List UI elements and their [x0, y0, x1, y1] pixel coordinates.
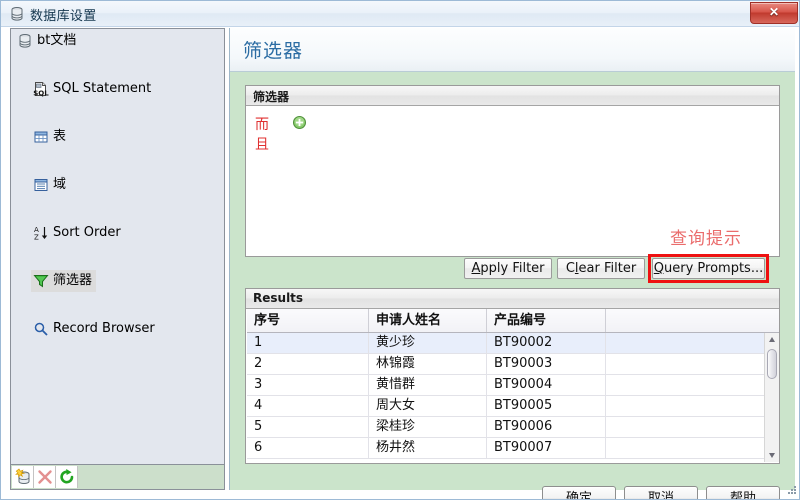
- client-area: bt文档 SQL SQL Statement 表 域 A Z Sort Orde…: [1, 27, 799, 499]
- sidebar-item-label: 域: [53, 177, 67, 192]
- column-header-product[interactable]: 产品编号: [487, 309, 606, 332]
- resize-grip-icon[interactable]: [785, 485, 797, 497]
- sidebar-item-record-browser[interactable]: Record Browser: [11, 317, 224, 341]
- content-pane: 筛选器 筛选器 而且 查询提示 Apply Filter Clear Filte…: [229, 28, 795, 490]
- filter-group-header: 筛选器: [246, 86, 779, 106]
- navigation-tree[interactable]: bt文档 SQL SQL Statement 表 域 A Z Sort Orde…: [10, 28, 225, 465]
- dialog-window: 数据库设置 ✕ bt文档 SQL SQL Statement 表 域 A Z S…: [0, 0, 800, 500]
- and-operator-link[interactable]: 而且: [255, 114, 269, 154]
- table-row[interactable]: 2 林锦霞 BT90003: [247, 354, 764, 375]
- cell-empty: [606, 417, 764, 437]
- svg-text:SQL: SQL: [33, 90, 49, 98]
- cell-product: BT90002: [487, 333, 606, 353]
- sidebar-item-label: 筛选器: [53, 273, 93, 288]
- cell-name: 周大女: [369, 396, 487, 416]
- sidebar-item-label: Record Browser: [53, 321, 155, 336]
- close-button[interactable]: ✕: [750, 2, 798, 24]
- sort-az-icon: A Z: [33, 225, 49, 242]
- cancel-button[interactable]: 取消: [624, 486, 698, 499]
- sidebar-item-label: 表: [53, 129, 67, 144]
- clear-filter-label: ear Filter: [578, 261, 637, 276]
- sidebar-item-table[interactable]: 表: [11, 125, 224, 149]
- annotation-query-prompts-hint: 查询提示: [670, 229, 742, 249]
- table-icon: [33, 129, 49, 145]
- sidebar-item-label: bt文档: [37, 33, 77, 48]
- sidebar-item-sql-statement[interactable]: SQL SQL Statement: [11, 77, 224, 101]
- filter-group-title: 筛选器: [253, 90, 290, 104]
- window-title: 数据库设置: [30, 9, 97, 24]
- funnel-filter-icon: [33, 273, 49, 289]
- apply-filter-label: pply Filter: [480, 261, 545, 276]
- cell-empty: [606, 354, 764, 374]
- column-header-name[interactable]: 申请人姓名: [369, 309, 487, 332]
- apply-filter-accel: A: [471, 261, 481, 276]
- cell-index: 5: [247, 417, 369, 437]
- results-group-title: Results: [253, 291, 304, 305]
- clear-filter-button[interactable]: Clear Filter: [557, 258, 645, 279]
- database-icon: [9, 6, 25, 22]
- cell-index: 2: [247, 354, 369, 374]
- results-vertical-scrollbar[interactable]: [764, 333, 779, 462]
- delete-button[interactable]: [34, 466, 56, 488]
- cell-product: BT90004: [487, 375, 606, 395]
- cell-empty: [606, 375, 764, 395]
- results-grid-header: 序号 申请人姓名 产品编号: [247, 309, 779, 333]
- scroll-down-icon[interactable]: [765, 448, 779, 462]
- close-icon: ✕: [768, 5, 780, 19]
- cell-index: 6: [247, 438, 369, 458]
- field-list-icon: [33, 177, 49, 193]
- cell-index: 4: [247, 396, 369, 416]
- cell-product: BT90006: [487, 417, 606, 437]
- table-row[interactable]: 4 周大女 BT90005: [247, 396, 764, 417]
- help-button[interactable]: 帮助: [706, 486, 780, 499]
- query-prompts-accel: Q: [653, 261, 664, 276]
- query-prompts-button[interactable]: Query Prompts...: [652, 258, 765, 279]
- svg-text:Z: Z: [34, 234, 39, 242]
- database-icon: [17, 33, 33, 49]
- cell-product: BT90003: [487, 354, 606, 374]
- cell-empty: [606, 438, 764, 458]
- cell-name: 梁桂珍: [369, 417, 487, 437]
- tree-toolbar: [10, 465, 225, 490]
- table-row[interactable]: 1 黄少珍 BT90002: [247, 333, 764, 354]
- cell-index: 3: [247, 375, 369, 395]
- sql-document-icon: SQL: [33, 81, 49, 98]
- page-title: 筛选器: [243, 40, 304, 62]
- scrollbar-thumb[interactable]: [767, 349, 777, 379]
- green-plus-circle-icon[interactable]: [293, 116, 306, 129]
- scroll-up-icon[interactable]: [765, 333, 779, 347]
- refresh-button[interactable]: [56, 466, 78, 488]
- table-row[interactable]: 5 梁桂珍 BT90006: [247, 417, 764, 438]
- cell-empty: [606, 333, 764, 353]
- title-bar: 数据库设置 ✕: [1, 1, 799, 27]
- sidebar-item-label: SQL Statement: [53, 81, 152, 96]
- content-header: 筛选器: [230, 28, 795, 72]
- cell-product: BT90007: [487, 438, 606, 458]
- cell-name: 黄惜群: [369, 375, 487, 395]
- table-row[interactable]: 3 黄惜群 BT90004: [247, 375, 764, 396]
- clear-filter-pre: C: [565, 261, 575, 276]
- sidebar-item-label: Sort Order: [53, 225, 121, 240]
- cell-name: 林锦霞: [369, 354, 487, 374]
- cell-name: 黄少珍: [369, 333, 487, 353]
- cell-index: 1: [247, 333, 369, 353]
- column-header-index[interactable]: 序号: [247, 309, 369, 332]
- cell-product: BT90005: [487, 396, 606, 416]
- cell-empty: [606, 396, 764, 416]
- ok-button[interactable]: 确定: [542, 486, 616, 499]
- sidebar-item-sort-order[interactable]: A Z Sort Order: [11, 221, 224, 245]
- cell-name: 杨井然: [369, 438, 487, 458]
- query-prompts-label: uery Prompts...: [664, 261, 764, 276]
- table-row[interactable]: 6 杨井然 BT90007: [247, 438, 764, 459]
- sidebar-item-filter[interactable]: 筛选器: [11, 269, 224, 293]
- add-database-button[interactable]: [12, 466, 34, 488]
- results-group-box: Results 序号 申请人姓名 产品编号 1 黄少珍 BT90002 2 林锦…: [245, 288, 780, 464]
- results-grid[interactable]: 序号 申请人姓名 产品编号 1 黄少珍 BT90002 2 林锦霞 BT9000…: [247, 309, 779, 462]
- magnifier-icon: [33, 321, 49, 337]
- results-group-header: Results: [246, 289, 779, 309]
- sidebar-item-bt-document[interactable]: bt文档: [11, 29, 224, 53]
- column-header-empty[interactable]: [606, 309, 764, 332]
- sidebar-item-field[interactable]: 域: [11, 173, 224, 197]
- apply-filter-button[interactable]: Apply Filter: [464, 258, 552, 279]
